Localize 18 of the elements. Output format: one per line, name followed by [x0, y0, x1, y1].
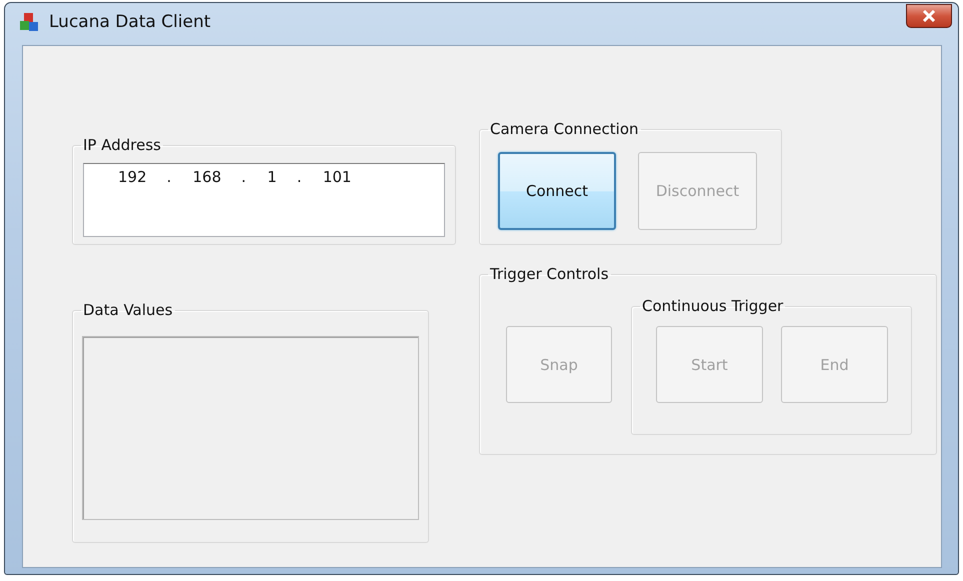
- ip-address-field[interactable]: 192 . 168 . 1 . 101: [83, 163, 445, 237]
- group-label: Data Values: [82, 301, 174, 320]
- group-label: Continuous Trigger: [641, 297, 784, 316]
- button[interactable]: Connect: [498, 152, 616, 230]
- octet-text: 192: [118, 168, 147, 186]
- window-title: Lucana Data Client: [49, 12, 212, 32]
- octet-text: 101: [322, 168, 352, 186]
- separator-text: .: [241, 168, 248, 186]
- cubes-icon: [19, 12, 39, 32]
- separator-text: .: [166, 168, 172, 186]
- group-label: IP Address: [82, 136, 162, 155]
- group-label: Trigger Controls: [489, 265, 610, 284]
- close-button[interactable]: [906, 4, 952, 28]
- octet-text: 1: [267, 168, 277, 186]
- close-icon: [922, 10, 936, 22]
- separator-text: .: [296, 168, 303, 186]
- group-label: Camera Connection: [489, 120, 640, 139]
- octet-text: 168: [192, 168, 222, 186]
